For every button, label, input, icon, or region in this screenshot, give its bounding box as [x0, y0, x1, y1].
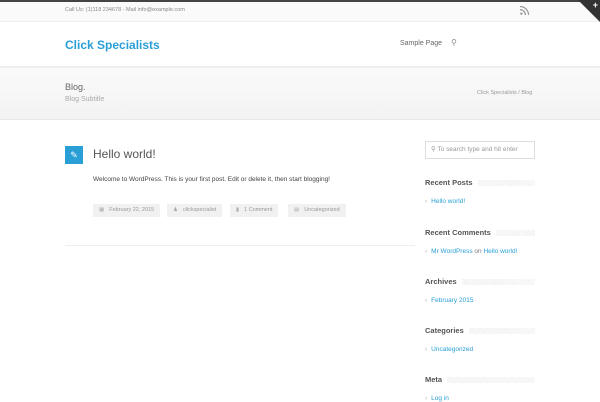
page-banner: Blog. Blog Subtitle Click Specialists / …	[0, 68, 600, 120]
recent-post-label: Hello world!	[431, 198, 466, 205]
category-link[interactable]: › Uncategorized	[425, 346, 473, 353]
calendar-icon: ▦	[99, 207, 105, 213]
contact-info: Call Us: (1)118 234678 - Mail info@examp…	[65, 7, 185, 13]
divider	[65, 245, 415, 246]
search-placeholder: To search type and hit enter	[437, 146, 518, 153]
login-label: Log in	[431, 395, 449, 402]
rss-icon[interactable]	[520, 6, 529, 15]
comment-on-text: on	[474, 248, 482, 255]
top-bar: Call Us: (1)118 234678 - Mail info@examp…	[0, 2, 600, 22]
widget-title-archives: Archives	[425, 277, 535, 286]
post-date[interactable]: ▦ February 22, 2015	[93, 204, 161, 217]
user-icon: ♟	[173, 207, 178, 213]
widget-title-recent-posts: Recent Posts	[425, 178, 535, 187]
post-category[interactable]: ▤ Uncategorized	[288, 204, 346, 217]
post-comments-label: 1 Comment	[244, 207, 273, 213]
widget-title-categories: Categories	[425, 326, 535, 335]
archive-link[interactable]: › February 2015	[425, 297, 473, 304]
recent-comment: › Mr WordPress on Hello world!	[425, 248, 518, 255]
breadcrumb[interactable]: Click Specialists / Blog	[477, 90, 532, 96]
sidebar-search-input[interactable]: ⚲ To search type and hit enter	[425, 141, 535, 159]
search-icon[interactable]: ⚲	[451, 38, 457, 47]
corner-toggle[interactable]: +	[578, 0, 600, 22]
archive-label: February 2015	[431, 297, 474, 304]
site-header: Click Specialists Sample Page ⚲	[0, 22, 600, 68]
page-title: Blog.	[65, 82, 86, 92]
page-subtitle: Blog Subtitle	[65, 96, 105, 103]
post-title[interactable]: Hello world!	[93, 147, 156, 161]
widget-title-meta: Meta	[425, 375, 535, 384]
comment-icon: ▮	[236, 207, 240, 213]
login-link[interactable]: › Log in	[425, 395, 449, 402]
plus-icon: +	[592, 0, 598, 10]
post-excerpt: Welcome to WordPress. This is your first…	[93, 176, 330, 183]
post-category-label: Uncategorized	[304, 207, 340, 213]
post-comments[interactable]: ▮ 1 Comment	[230, 204, 279, 217]
comment-post-link[interactable]: Hello world!	[483, 248, 517, 255]
recent-post-link[interactable]: › Hello world!	[425, 198, 465, 205]
pencil-icon: ✎	[65, 146, 83, 164]
folder-icon: ▤	[294, 207, 300, 213]
site-logo[interactable]: Click Specialists	[65, 38, 160, 52]
widget-title-recent-comments: Recent Comments	[425, 228, 535, 237]
category-label: Uncategorized	[431, 346, 474, 353]
post-author[interactable]: ♟ clickspecialist	[167, 204, 223, 217]
comment-author-link[interactable]: Mr WordPress	[431, 248, 472, 255]
post-date-label: February 22, 2015	[109, 207, 155, 213]
post-author-label: clickspecialist	[182, 207, 217, 213]
nav-sample-page[interactable]: Sample Page	[400, 40, 442, 47]
